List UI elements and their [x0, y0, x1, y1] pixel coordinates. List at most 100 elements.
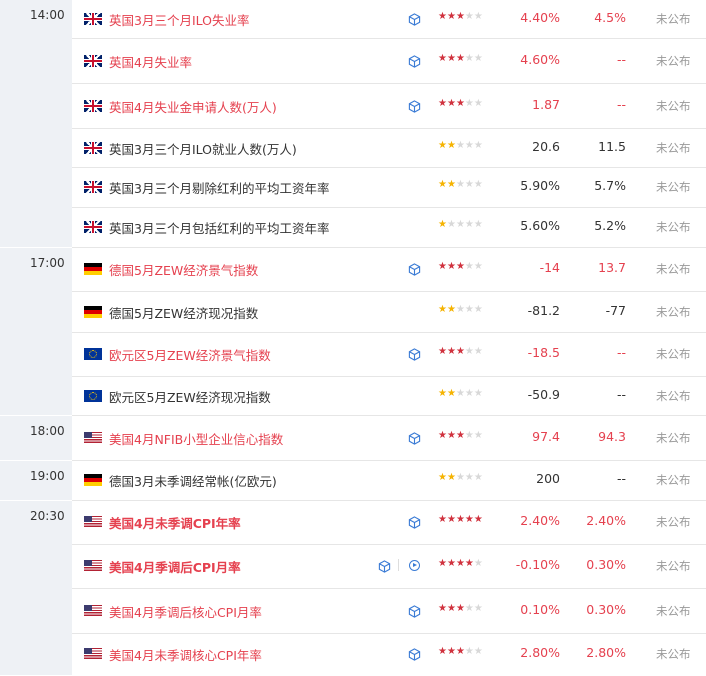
star-icon: ★: [438, 558, 447, 569]
forecast-value: 2.80%: [586, 645, 626, 660]
importance-stars: ★★★★★: [438, 11, 483, 22]
release-status: 未公布: [656, 99, 691, 113]
event-row[interactable]: 美国4月未季调CPI年率 ★★★★★ 2.40% 2.40% 未公布: [72, 501, 706, 545]
event-row[interactable]: 德国5月ZEW经济景气指数 ★★★★★ -14 13.7 未公布: [72, 248, 706, 292]
star-icon: ★: [438, 514, 447, 525]
flag-eu-icon: [84, 348, 102, 360]
forecast-value: --: [616, 97, 626, 112]
star-icon: ★: [455, 603, 465, 614]
star-icon: ★: [438, 261, 447, 272]
event-row[interactable]: 美国4月未季调核心CPI年率 ★★★★★ 2.80% 2.80% 未公布: [72, 634, 706, 676]
flag-uk-icon: [84, 181, 102, 193]
star-icon: ★: [464, 304, 474, 315]
star-icon: ★: [455, 261, 465, 272]
forecast-value: 2.40%: [586, 513, 626, 528]
cube-icon[interactable]: [408, 53, 421, 68]
forecast-value: -77: [605, 303, 626, 318]
event-name[interactable]: 英国4月失业金申请人数(万人): [109, 97, 277, 116]
star-icon: ★: [464, 430, 474, 441]
event-name[interactable]: 德国5月ZEW经济景气指数: [109, 260, 258, 279]
event-name[interactable]: 美国4月未季调CPI年率: [109, 513, 241, 532]
event-name: 德国3月未季调经常帐(亿欧元): [109, 474, 277, 489]
star-icon: ★: [438, 219, 447, 230]
release-status: 未公布: [656, 604, 691, 618]
star-icon: ★: [464, 558, 474, 569]
release-status: 未公布: [656, 141, 691, 155]
cube-icon[interactable]: [408, 514, 421, 529]
star-icon: ★: [438, 388, 447, 399]
cube-icon[interactable]: [408, 11, 421, 26]
event-row[interactable]: 美国4月季调后核心CPI月率 ★★★★★ 0.10% 0.30% 未公布: [72, 589, 706, 634]
star-icon: ★: [464, 261, 474, 272]
event-name[interactable]: 美国4月NFIB小型企业信心指数: [109, 429, 283, 448]
star-icon: ★: [455, 53, 465, 64]
cube-icon[interactable]: [408, 261, 421, 276]
importance-stars: ★★★★★: [438, 430, 483, 441]
star-icon: ★: [446, 346, 456, 357]
release-status: 未公布: [656, 515, 691, 529]
star-icon: ★: [464, 11, 474, 22]
flag-uk-icon: [84, 142, 102, 154]
star-icon: ★: [446, 646, 456, 657]
cube-icon[interactable]: [378, 558, 391, 573]
importance-stars: ★★★★★: [438, 179, 483, 190]
importance-stars: ★★★★★: [438, 472, 483, 483]
star-icon: ★: [446, 98, 456, 109]
star-icon: ★: [438, 346, 447, 357]
importance-stars: ★★★★★: [438, 388, 483, 399]
star-icon: ★: [446, 219, 456, 230]
flag-us-icon: [84, 432, 102, 444]
event-row[interactable]: 英国4月失业金申请人数(万人) ★★★★★ 1.87 -- 未公布: [72, 84, 706, 129]
event-name[interactable]: 美国4月季调后核心CPI月率: [109, 602, 262, 621]
event-row[interactable]: 英国4月失业率 ★★★★★ 4.60% -- 未公布: [72, 39, 706, 84]
event-row[interactable]: 英国3月三个月ILO就业人数(万人) ★★★★★ 20.6 11.5 未公布: [72, 129, 706, 168]
importance-stars: ★★★★★: [438, 346, 483, 357]
event-row[interactable]: 美国4月NFIB小型企业信心指数 ★★★★★ 97.4 94.3 未公布: [72, 416, 706, 461]
importance-stars: ★★★★★: [438, 98, 483, 109]
event-row[interactable]: 欧元区5月ZEW经济景气指数 ★★★★★ -18.5 -- 未公布: [72, 333, 706, 377]
event-row[interactable]: 英国3月三个月ILO失业率 ★★★★★ 4.40% 4.5% 未公布: [72, 0, 706, 39]
release-status: 未公布: [656, 389, 691, 403]
event-name[interactable]: 英国4月失业率: [109, 52, 192, 71]
star-icon: ★: [464, 472, 474, 483]
star-icon: ★: [464, 388, 474, 399]
star-icon: ★: [446, 11, 456, 22]
cube-icon[interactable]: [408, 646, 421, 661]
release-status: 未公布: [656, 559, 691, 573]
star-icon: ★: [438, 179, 447, 190]
forecast-value: 94.3: [598, 429, 626, 444]
time-cell: 17:00: [0, 248, 72, 415]
star-icon: ★: [455, 472, 465, 483]
star-icon: ★: [455, 514, 465, 525]
star-icon: ★: [455, 388, 465, 399]
star-icon: ★: [438, 53, 447, 64]
event-row[interactable]: 欧元区5月ZEW经济现况指数 ★★★★★ -50.9 -- 未公布: [72, 377, 706, 416]
event-name[interactable]: 美国4月未季调核心CPI年率: [109, 645, 262, 664]
star-icon: ★: [464, 53, 474, 64]
event-row[interactable]: 德国5月ZEW经济现况指数 ★★★★★ -81.2 -77 未公布: [72, 292, 706, 333]
flag-uk-icon: [84, 100, 102, 112]
event-row[interactable]: 英国3月三个月包括红利的平均工资年率 ★★★★★ 5.60% 5.2% 未公布: [72, 208, 706, 248]
cube-icon[interactable]: [408, 98, 421, 113]
event-row[interactable]: 美国4月季调后CPI月率 ★★★★★ -0.10% 0.30% 未公布: [72, 545, 706, 589]
cube-icon[interactable]: [408, 346, 421, 361]
event-row[interactable]: 德国3月未季调经常帐(亿欧元) ★★★★★ 200 -- 未公布: [72, 461, 706, 501]
flag-uk-icon: [84, 55, 102, 67]
event-name[interactable]: 美国4月季调后CPI月率: [109, 557, 241, 576]
release-status: 未公布: [656, 54, 691, 68]
event-name: 欧元区5月ZEW经济现况指数: [109, 390, 271, 405]
event-name: 英国3月三个月包括红利的平均工资年率: [109, 221, 330, 236]
flag-uk-icon: [84, 221, 102, 233]
flag-us-icon: [84, 605, 102, 617]
star-icon: ★: [446, 388, 456, 399]
event-name[interactable]: 英国3月三个月ILO失业率: [109, 10, 250, 29]
cube-icon[interactable]: [408, 430, 421, 445]
forecast-value: 0.30%: [586, 602, 626, 617]
play-icon[interactable]: [409, 560, 420, 571]
cube-icon[interactable]: [408, 603, 421, 618]
event-row[interactable]: 英国3月三个月剔除红利的平均工资年率 ★★★★★ 5.90% 5.7% 未公布: [72, 168, 706, 208]
event-name[interactable]: 欧元区5月ZEW经济景气指数: [109, 345, 271, 364]
forecast-value: 4.5%: [594, 10, 626, 25]
star-icon: ★: [455, 646, 465, 657]
star-icon: ★: [438, 98, 447, 109]
